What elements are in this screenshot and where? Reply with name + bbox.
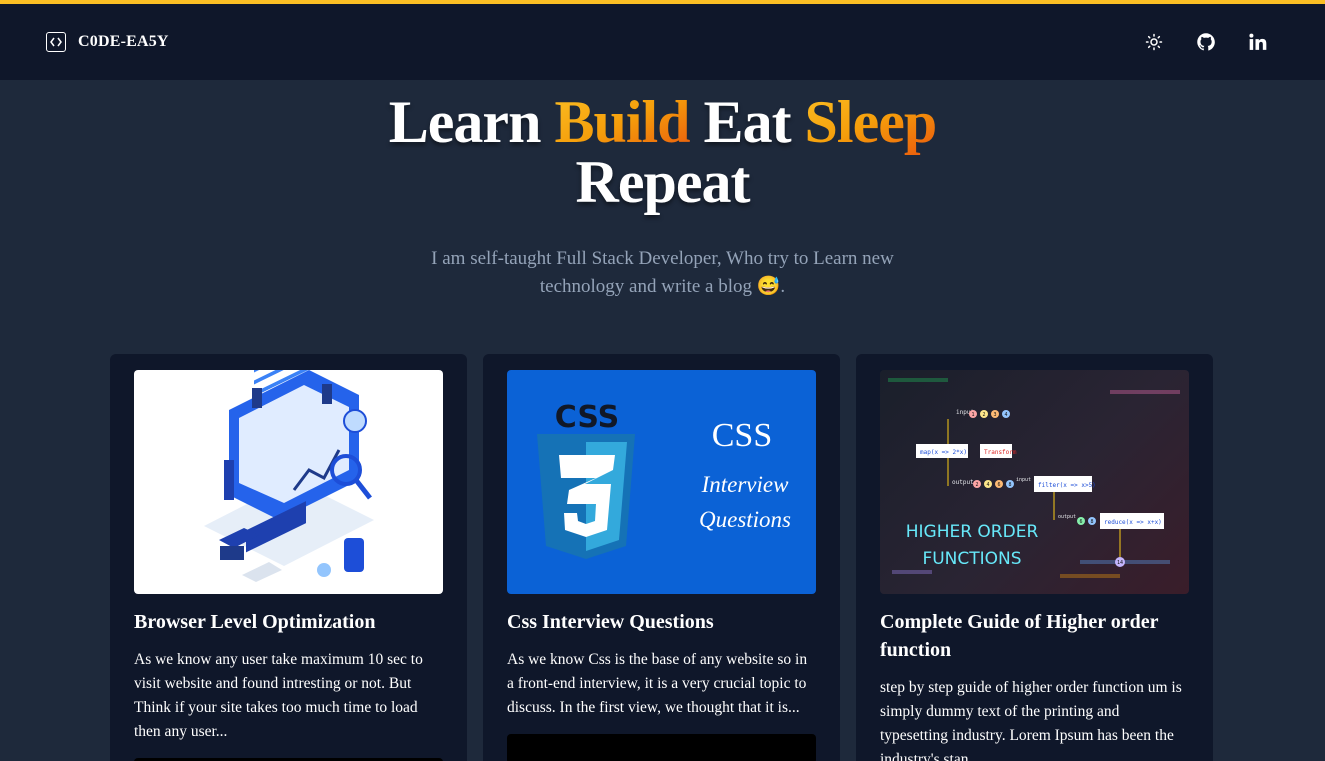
diagram-output-label: output	[952, 479, 974, 486]
hero-subtitle: I am self-taught Full Stack Developer, W…	[431, 248, 894, 297]
diagram-reduce-box: reduce(x => x+x)	[1104, 519, 1162, 526]
card-title[interactable]: Complete Guide of Higher order function	[880, 608, 1189, 664]
hero-word-learn: Learn	[388, 89, 542, 155]
browser-optimization-illustration	[134, 370, 443, 594]
diagram-map-box: map(x => 2*x)	[920, 449, 967, 456]
hero-word-sleep: Sleep	[804, 89, 938, 155]
svg-text:2: 2	[982, 412, 985, 418]
blog-card-list: Browser Level Optimization As we know an…	[110, 354, 1213, 761]
thumbnail-line1: Interview	[701, 472, 790, 497]
svg-text:4: 4	[1004, 412, 1007, 418]
card-title[interactable]: Browser Level Optimization	[134, 608, 443, 636]
blog-card[interactable]: input 1 2 3 4 map(x => 2*x) Transform ou…	[856, 354, 1213, 761]
svg-text:6: 6	[1079, 519, 1082, 525]
card-excerpt: As we know Css is the base of any websit…	[507, 651, 808, 716]
thumbnail-line2: Questions	[699, 507, 791, 532]
svg-text:6: 6	[997, 482, 1000, 488]
higher-order-functions-thumbnail: input 1 2 3 4 map(x => 2*x) Transform ou…	[880, 370, 1189, 594]
thumbnail-text-line2: FUNCTIONS	[922, 549, 1021, 569]
thumbnail-text-line1: HIGHER ORDER	[906, 522, 1039, 542]
hero-word-build: Build	[554, 89, 690, 155]
blog-card[interactable]: CSS CSS Interview Questions Css Intervie…	[483, 354, 840, 761]
card-excerpt: As we know any user take maximum 10 sec …	[134, 651, 423, 740]
diagram-result: 14	[1117, 560, 1123, 566]
svg-text:8: 8	[1008, 482, 1011, 488]
svg-text:3: 3	[993, 412, 996, 418]
github-icon[interactable]	[1195, 31, 1217, 53]
card-title[interactable]: Css Interview Questions	[507, 608, 816, 636]
svg-text:input: input	[1016, 477, 1031, 483]
diagram-filter-box: filter(x => x>5)	[1038, 482, 1096, 489]
css-interview-thumbnail: CSS CSS Interview Questions	[507, 370, 816, 594]
linkedin-icon[interactable]	[1247, 31, 1269, 53]
thumbnail-heading: CSS	[712, 417, 773, 454]
nav-icon-group	[1143, 31, 1279, 53]
blog-card[interactable]: Browser Level Optimization As we know an…	[110, 354, 467, 761]
diagram-transform-box: Transform	[984, 449, 1017, 456]
hero-word-repeat: Repeat	[575, 149, 751, 215]
svg-text:1: 1	[971, 412, 974, 418]
code-icon	[46, 32, 66, 52]
read-more-button[interactable]	[507, 734, 816, 761]
brand-name: C0DE-EA5Y	[78, 33, 169, 50]
hero-title: Learn Build Eat Sleep Repeat	[0, 92, 1325, 212]
hero-word-eat: Eat	[703, 89, 792, 155]
sun-icon[interactable]	[1143, 31, 1165, 53]
svg-text:8: 8	[1090, 519, 1093, 525]
hero-section: Learn Build Eat Sleep Repeat I am self-t…	[0, 92, 1325, 301]
css-logo-text: CSS	[555, 400, 619, 435]
brand-link[interactable]: C0DE-EA5Y	[46, 32, 169, 52]
svg-text:2: 2	[975, 482, 978, 488]
navbar: C0DE-EA5Y	[0, 4, 1325, 80]
svg-text:output: output	[1058, 514, 1076, 520]
card-excerpt: step by step guide of higher order funct…	[880, 679, 1182, 761]
svg-text:4: 4	[986, 482, 989, 488]
